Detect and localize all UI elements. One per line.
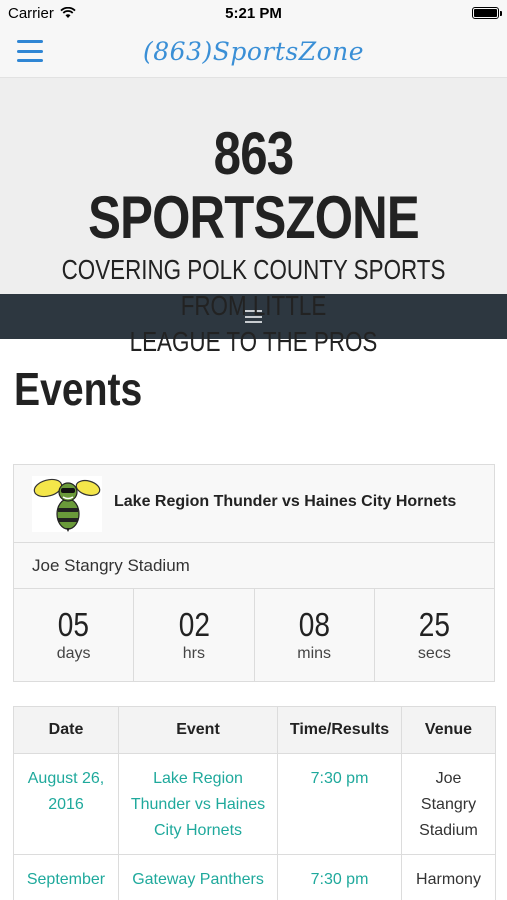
- countdown-unit: days: [56, 645, 91, 662]
- status-time: 5:21 PM: [225, 4, 282, 22]
- countdown-hours: 02 hrs: [134, 589, 255, 681]
- date-cell: August 26, 2016: [13, 753, 119, 855]
- countdown-seconds: 25 secs: [375, 589, 494, 681]
- event-header: Lake Region Thunder vs Haines City Horne…: [14, 465, 494, 543]
- countdown-timer: 05 days 02 hrs 08 mins 25 secs: [14, 589, 494, 681]
- tagline-line-1: COVERING POLK COUNTY SPORTS FROM LITTLE: [61, 254, 446, 321]
- event-cell: Gateway Panthers: [118, 854, 278, 900]
- site-header: 863 SPORTSZONE COVERING POLK COUNTY SPOR…: [0, 78, 507, 357]
- countdown-value: 05: [58, 606, 90, 643]
- table-header-row: Date Event Time/Results Venue: [13, 706, 496, 754]
- countdown-value: 02: [178, 606, 210, 643]
- event-time-link[interactable]: 7:30 pm: [311, 770, 369, 787]
- site-title[interactable]: 863 SPORTSZONE: [46, 122, 462, 250]
- event-name[interactable]: Lake Region Thunder vs Haines City Horne…: [114, 493, 456, 511]
- countdown-days: 05 days: [14, 589, 135, 681]
- table-row: September Gateway Panthers 7:30 pm Harmo…: [13, 854, 496, 900]
- event-date-link[interactable]: August 26, 2016: [28, 770, 105, 813]
- carrier-label: Carrier: [8, 4, 54, 22]
- event-time-link[interactable]: 7:30 pm: [311, 871, 369, 888]
- table-row: August 26, 2016 Lake Region Thunder vs H…: [13, 753, 496, 855]
- column-header-date[interactable]: Date: [13, 706, 119, 754]
- page-title: Events: [14, 363, 143, 415]
- hornet-mascot-icon: [32, 475, 102, 532]
- event-venue: Joe Stangry Stadium: [14, 543, 494, 589]
- app-bar: (863)SportsZone: [0, 26, 507, 78]
- venue-cell: Harmony: [401, 854, 496, 900]
- venue-cell: Joe Stangry Stadium: [401, 753, 496, 855]
- event-link[interactable]: Gateway Panthers: [132, 871, 264, 888]
- countdown-unit: hrs: [182, 645, 205, 662]
- status-bar: Carrier 5:21 PM: [0, 0, 507, 26]
- event-date-link[interactable]: September: [27, 871, 105, 888]
- hamburger-menu-icon[interactable]: [17, 40, 43, 62]
- countdown-unit: mins: [297, 645, 332, 662]
- events-table: Date Event Time/Results Venue August 26,…: [13, 706, 496, 900]
- wifi-icon: [60, 7, 76, 18]
- battery-level: [473, 9, 497, 17]
- countdown-value: 25: [418, 606, 450, 643]
- site-tagline: COVERING POLK COUNTY SPORTS FROM LITTLE …: [51, 252, 457, 360]
- countdown-minutes: 08 mins: [255, 589, 375, 681]
- featured-event-card: Lake Region Thunder vs Haines City Horne…: [13, 464, 495, 682]
- event-cell: Lake Region Thunder vs Haines City Horne…: [118, 753, 278, 855]
- time-cell: 7:30 pm: [277, 854, 402, 900]
- column-header-event[interactable]: Event: [118, 706, 278, 754]
- date-cell: September: [13, 854, 119, 900]
- countdown-unit: secs: [417, 645, 451, 662]
- time-cell: 7:30 pm: [277, 753, 402, 855]
- status-right: [349, 7, 502, 19]
- column-header-time[interactable]: Time/Results: [277, 706, 402, 754]
- event-link[interactable]: Lake Region Thunder vs Haines City Horne…: [131, 770, 265, 839]
- status-left: Carrier: [8, 5, 158, 22]
- countdown-value: 08: [298, 606, 330, 643]
- tagline-line-2: LEAGUE TO THE PROS: [129, 326, 378, 357]
- battery-icon: [471, 7, 502, 19]
- app-title: (863)SportsZone: [142, 37, 365, 66]
- column-header-venue[interactable]: Venue: [401, 706, 496, 754]
